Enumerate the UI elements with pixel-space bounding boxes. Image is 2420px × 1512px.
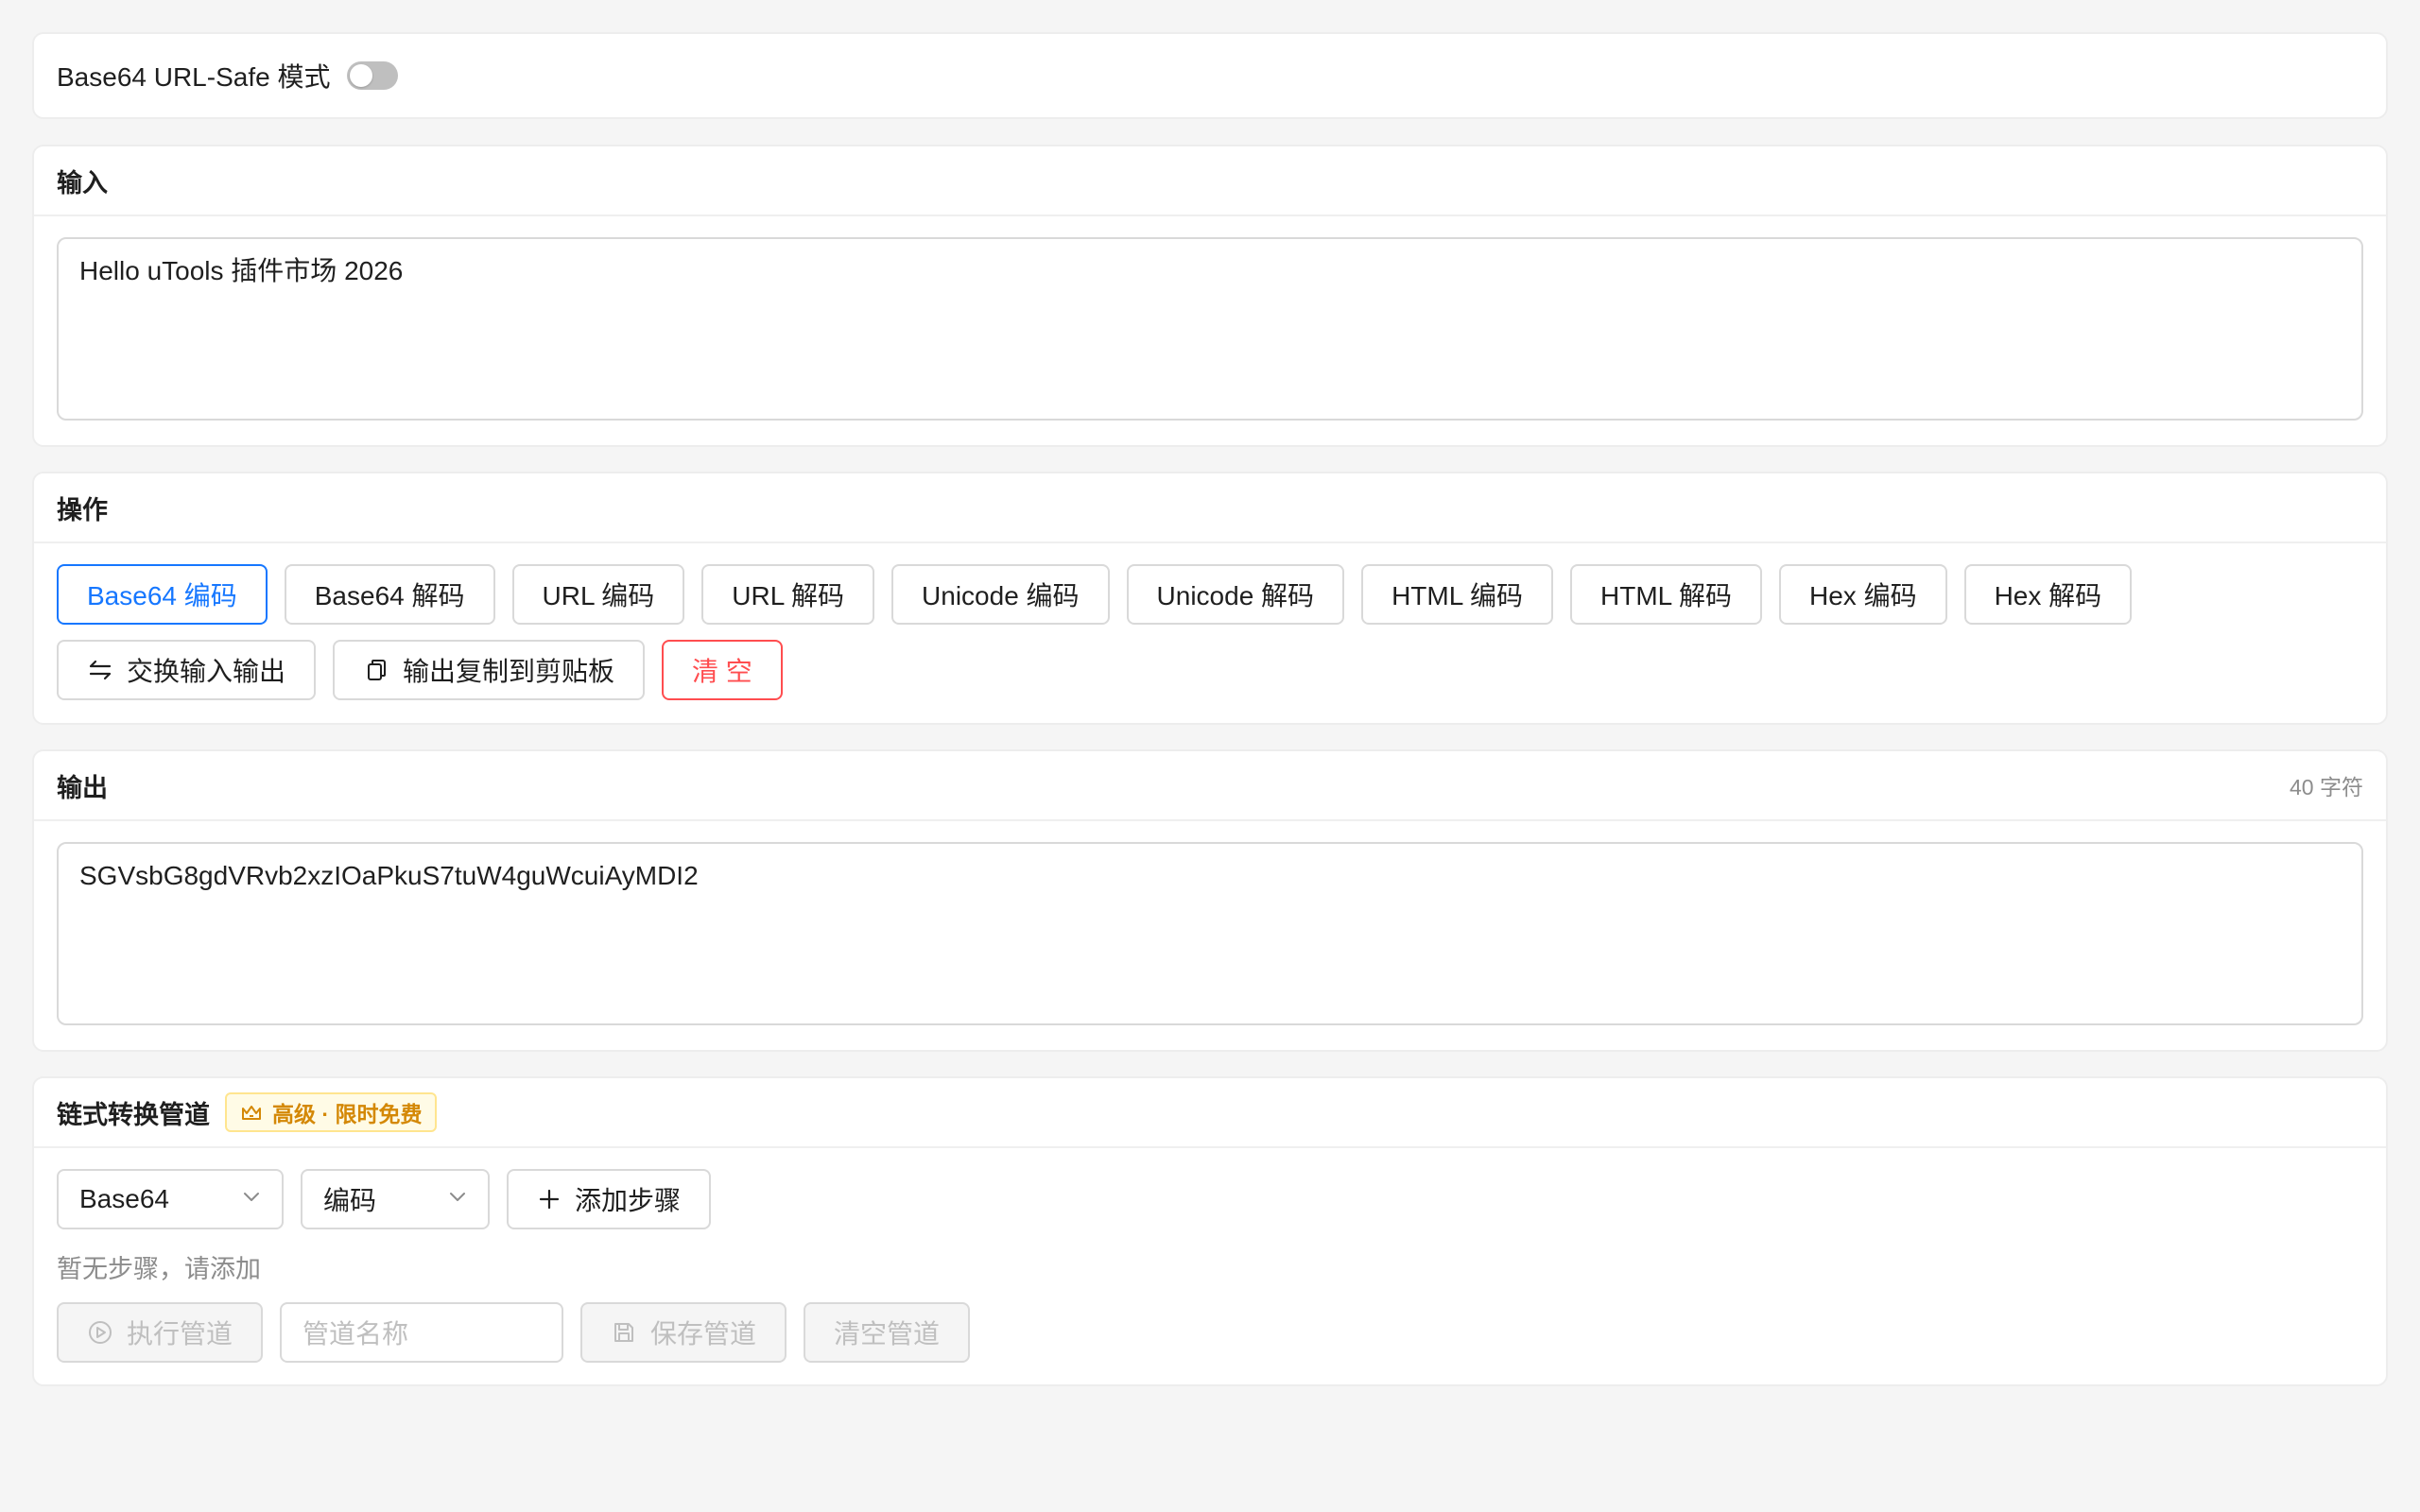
html-encode-button[interactable]: HTML 编码: [1361, 564, 1554, 625]
input-title: 输入: [57, 168, 108, 198]
format-select-value: Base64: [79, 1184, 169, 1213]
url-safe-card: Base64 URL-Safe 模式: [32, 32, 2388, 119]
input-card: 输入 Hello uTools 插件市场 2026: [32, 145, 2388, 447]
run-pipeline-label: 执行管道: [127, 1319, 233, 1349]
save-icon: [611, 1319, 637, 1346]
url-safe-label: Base64 URL-Safe 模式: [57, 62, 331, 92]
output-card: 输出 40 字符 SGVsbG8gdVRvb2xzIOaPkuS7tuW4guW…: [32, 749, 2388, 1052]
unicode-decode-button[interactable]: Unicode 解码: [1126, 564, 1345, 625]
pipeline-header: 链式转换管道 高级 · 限时免费: [57, 1092, 438, 1132]
output-card-body: SGVsbG8gdVRvb2xzIOaPkuS7tuW4guWcuiAyMDI2: [34, 821, 2386, 1046]
input-card-body: Hello uTools 插件市场 2026: [34, 216, 2386, 441]
pipeline-card: 链式转换管道 高级 · 限时免费 Base64 编码 添加步骤 暂无步骤，请添加…: [32, 1076, 2388, 1386]
add-step-button[interactable]: 添加步骤: [507, 1169, 712, 1229]
add-step-label: 添加步骤: [575, 1186, 682, 1215]
swap-icon: [87, 657, 113, 683]
save-pipeline-button[interactable]: 保存管道: [580, 1302, 787, 1363]
actions-title: 操作: [57, 495, 108, 524]
input-textarea[interactable]: Hello uTools 插件市场 2026: [57, 237, 2363, 421]
actions-card: 操作 Base64 编码 Base64 解码 URL 编码 URL 解码 Uni…: [32, 472, 2388, 725]
url-encode-button[interactable]: URL 编码: [511, 564, 685, 625]
mode-select-value: 编码: [323, 1186, 377, 1215]
plus-icon: [537, 1187, 562, 1211]
pipeline-name-input[interactable]: 管道名称: [280, 1302, 564, 1363]
copy-output-label: 输出复制到剪贴板: [403, 657, 615, 686]
chevron-down-icon: [446, 1184, 469, 1214]
output-textarea[interactable]: SGVsbG8gdVRvb2xzIOaPkuS7tuW4guWcuiAyMDI2: [57, 842, 2363, 1025]
swap-label: 交换输入输出: [127, 657, 286, 686]
chevron-down-icon: [240, 1184, 263, 1214]
mode-select[interactable]: 编码: [301, 1169, 490, 1229]
url-safe-row: Base64 URL-Safe 模式: [34, 34, 2386, 117]
output-char-count: 40 字符: [2290, 775, 2363, 799]
pipeline-actions-row: 执行管道 管道名称 保存管道 清空管道: [57, 1302, 2363, 1363]
swap-button[interactable]: 交换输入输出: [57, 640, 317, 700]
unicode-encode-button[interactable]: Unicode 编码: [891, 564, 1110, 625]
base64-decode-button[interactable]: Base64 解码: [284, 564, 495, 625]
url-safe-toggle[interactable]: [347, 61, 399, 90]
utility-buttons-row: 交换输入输出 输出复制到剪贴板 清 空: [57, 640, 2363, 700]
output-title: 输出: [57, 773, 108, 802]
premium-badge-label: 高级 · 限时免费: [272, 1102, 423, 1126]
output-card-header: 输出 40 字符: [34, 751, 2386, 821]
copy-icon: [363, 657, 389, 683]
codec-buttons-row: Base64 编码 Base64 解码 URL 编码 URL 解码 Unicod…: [57, 564, 2363, 625]
base64-encode-button[interactable]: Base64 编码: [57, 564, 268, 625]
clear-pipeline-button[interactable]: 清空管道: [804, 1302, 971, 1363]
run-pipeline-button[interactable]: 执行管道: [57, 1302, 264, 1363]
copy-output-button[interactable]: 输出复制到剪贴板: [333, 640, 646, 700]
play-icon: [87, 1319, 113, 1346]
save-pipeline-label: 保存管道: [650, 1319, 757, 1349]
crown-icon: [240, 1101, 263, 1124]
pipeline-empty-hint: 暂无步骤，请添加: [57, 1255, 261, 1283]
hex-encode-button[interactable]: Hex 编码: [1779, 564, 1947, 625]
clear-button[interactable]: 清 空: [662, 640, 783, 700]
actions-card-body: Base64 编码 Base64 解码 URL 编码 URL 解码 Unicod…: [34, 543, 2386, 721]
actions-card-header: 操作: [34, 473, 2386, 543]
pipeline-card-header: 链式转换管道 高级 · 限时免费: [34, 1078, 2386, 1148]
toggle-knob: [350, 64, 373, 87]
premium-badge: 高级 · 限时免费: [225, 1092, 438, 1132]
pipeline-controls-row: Base64 编码 添加步骤: [57, 1169, 2363, 1229]
input-card-header: 输入: [34, 146, 2386, 216]
pipeline-card-body: Base64 编码 添加步骤 暂无步骤，请添加 执行管道 管道名称 保存管道 清…: [34, 1148, 2386, 1383]
hex-decode-button[interactable]: Hex 解码: [1963, 564, 2133, 625]
format-select[interactable]: Base64: [57, 1169, 284, 1229]
html-decode-button[interactable]: HTML 解码: [1570, 564, 1762, 625]
url-decode-button[interactable]: URL 解码: [701, 564, 875, 625]
pipeline-title: 链式转换管道: [57, 1100, 210, 1129]
